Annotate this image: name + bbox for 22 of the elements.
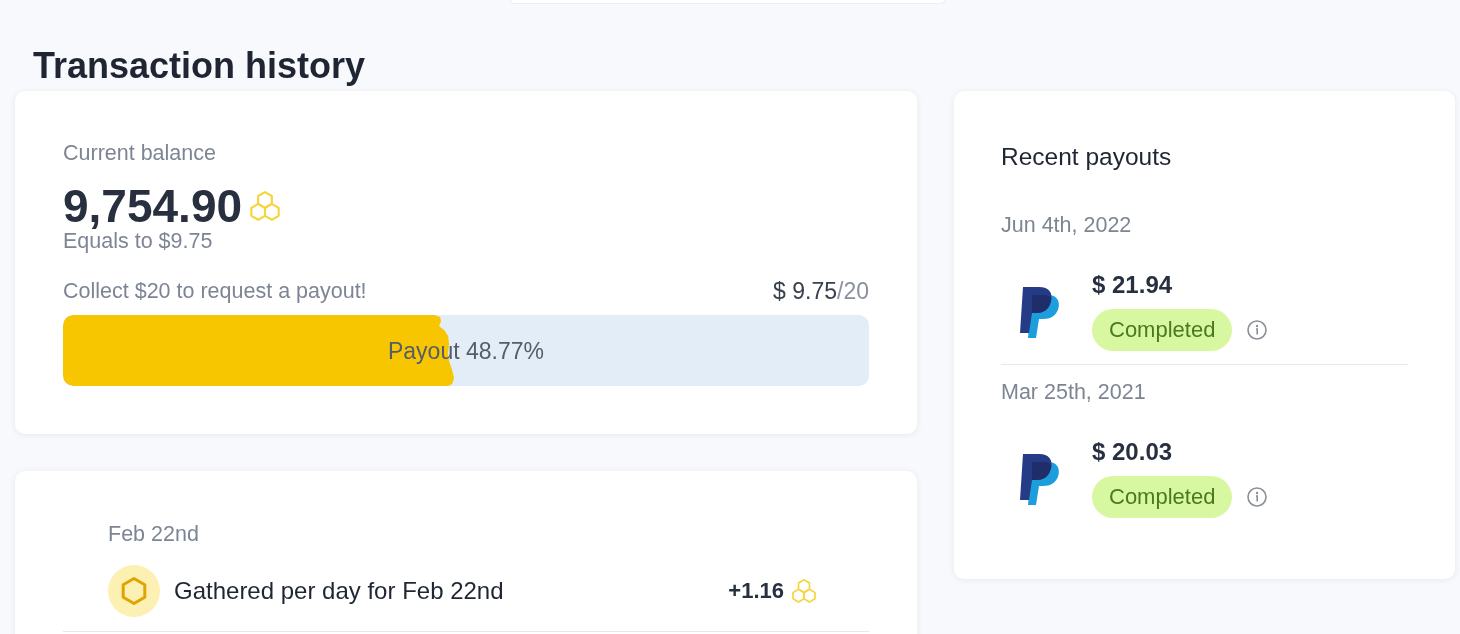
page-title: Transaction history (33, 46, 366, 86)
balance-label: Current balance (63, 141, 216, 165)
balance-amount: 9,754.90 (63, 183, 243, 229)
payout-progress-amount: $ 9.75/20 (773, 279, 869, 303)
payout-amount: $ 21.94 (1092, 273, 1173, 297)
payouts-title: Recent payouts (1001, 144, 1172, 170)
honeycomb-icon (792, 579, 816, 603)
info-icon[interactable] (1247, 320, 1268, 340)
activity-description: Gathered per day for Feb 22nd (174, 577, 504, 604)
status-badge: Completed (1092, 476, 1233, 518)
payout-date: Jun 4th, 2022 (1001, 213, 1132, 237)
payout-amount: $ 20.03 (1092, 440, 1173, 464)
status-badge: Completed (1092, 309, 1233, 351)
activity-amount: +1.16 (728, 578, 784, 604)
honeycomb-icon (250, 191, 281, 221)
payment-logo-icon (1018, 452, 1060, 506)
activity-date: Feb 22nd (108, 522, 199, 546)
info-icon[interactable] (1247, 487, 1268, 507)
balance-equivalent: Equals to $9.75 (63, 229, 213, 253)
payout-date: Mar 25th, 2021 (1001, 380, 1146, 404)
payment-logo-icon (1018, 285, 1060, 339)
payout-goal-text: Collect $20 to request a payout! (63, 279, 367, 303)
